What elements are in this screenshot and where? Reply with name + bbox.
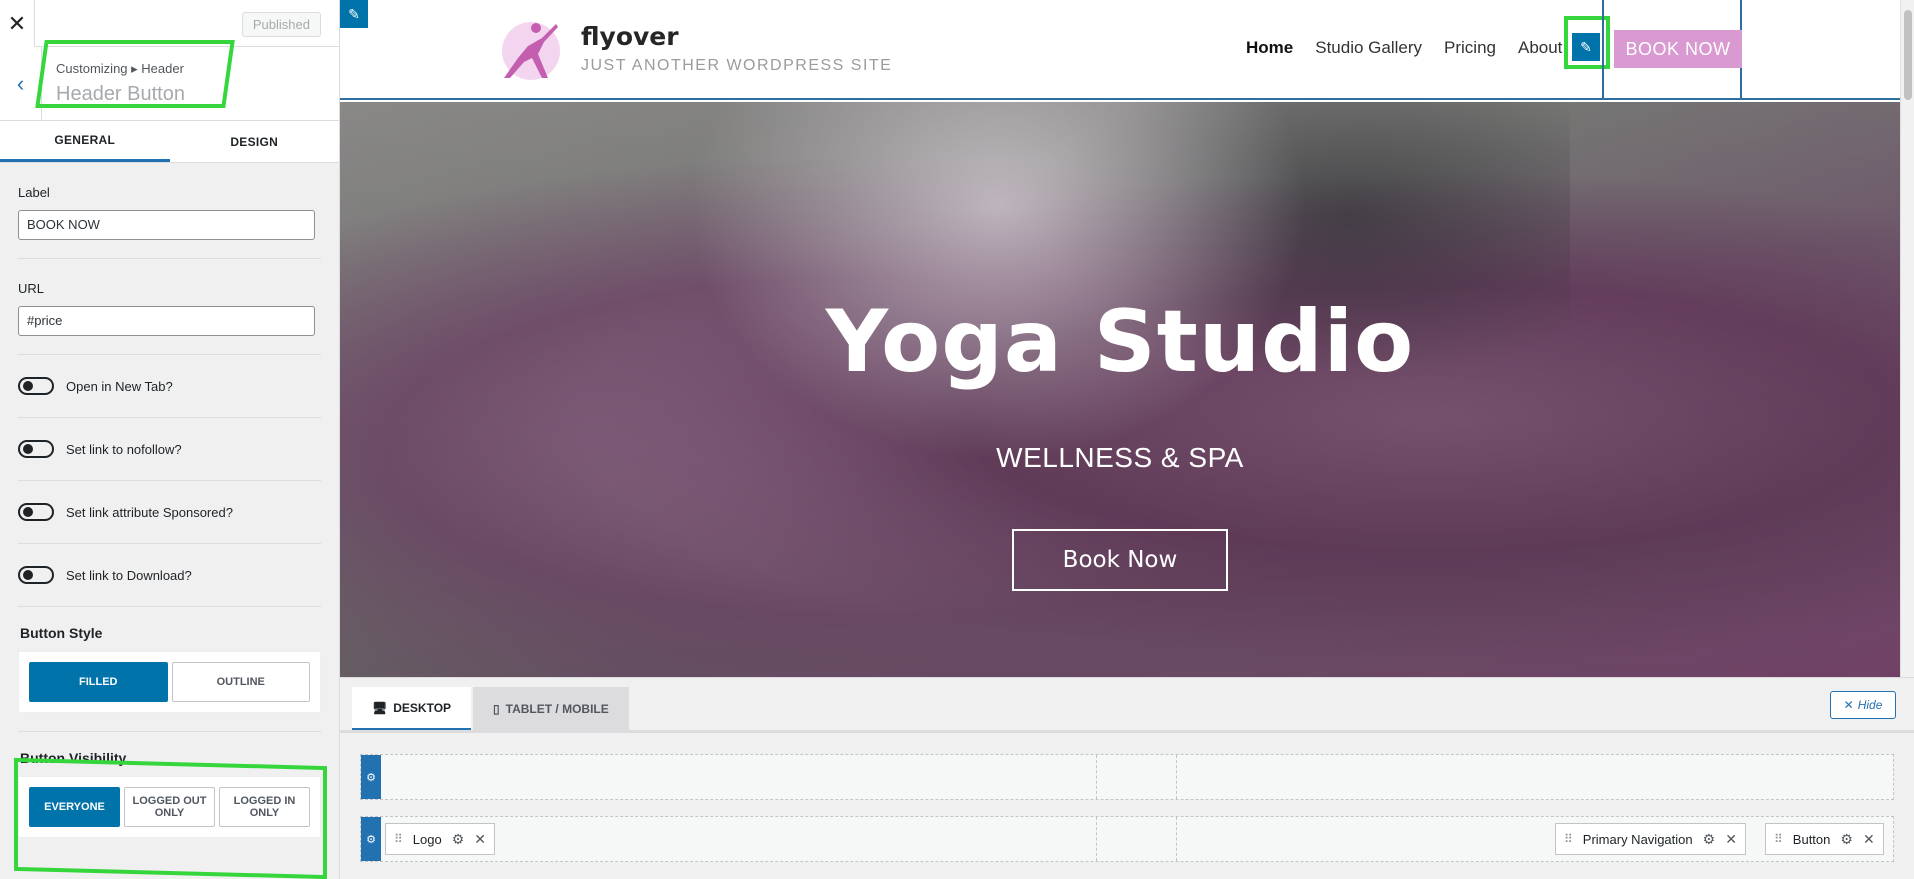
- toggle-nofollow: Set link to nofollow?: [18, 418, 321, 481]
- builder-row-main: ⚙ ⠿ Logo ⚙ ✕ ⠿ Primary Navigation ⚙ ✕ ⠿ …: [360, 816, 1894, 862]
- site-header: flyover JUST ANOTHER WORDPRESS SITE Home…: [340, 0, 1900, 100]
- column-divider: [1176, 755, 1177, 799]
- toggle-download: Set link to Download?: [18, 544, 321, 607]
- builder-item-button-label: Button: [1792, 831, 1831, 847]
- close-icon[interactable]: ✕: [474, 831, 486, 848]
- hide-builder-button[interactable]: ✕ Hide: [1830, 691, 1896, 719]
- nofollow-toggle[interactable]: [18, 440, 54, 458]
- panel-tabs: GENERAL DESIGN: [0, 121, 339, 163]
- gear-icon[interactable]: ⚙: [1840, 831, 1853, 848]
- sponsored-toggle[interactable]: [18, 503, 54, 521]
- site-title[interactable]: flyover: [581, 22, 679, 51]
- url-field-label: URL: [18, 281, 45, 296]
- button-style-group: FILLED OUTLINE: [18, 651, 321, 713]
- gear-icon[interactable]: ⚙: [1703, 831, 1716, 848]
- highlight-box-title: [35, 40, 235, 108]
- customizer-sidebar: ✕ Published ‹ Customizing ▸ Header Heade…: [0, 0, 340, 879]
- row-settings-gear-icon[interactable]: ⚙: [361, 755, 381, 799]
- row-settings-gear-icon[interactable]: ⚙: [361, 817, 381, 861]
- close-icon: ✕: [1843, 698, 1854, 712]
- download-toggle[interactable]: [18, 566, 54, 584]
- nav-studio-gallery[interactable]: Studio Gallery: [1315, 38, 1422, 58]
- tab-general[interactable]: GENERAL: [0, 121, 170, 162]
- gear-icon[interactable]: ⚙: [452, 831, 465, 848]
- scroll-thumb[interactable]: [1904, 10, 1912, 100]
- close-icon[interactable]: ✕: [1725, 831, 1737, 848]
- desktop-icon: 🖥: [372, 700, 388, 715]
- yoga-logo-icon: [504, 23, 558, 78]
- tab-desktop[interactable]: 🖥 DESKTOP: [352, 687, 472, 731]
- column-divider: [1176, 817, 1177, 861]
- toggle-sponsored: Set link attribute Sponsored?: [18, 481, 321, 544]
- tab-design[interactable]: DESIGN: [170, 121, 340, 162]
- builder-tabs: 🖥 DESKTOP ▯ TABLET / MOBILE: [352, 687, 629, 731]
- close-icon[interactable]: ✕: [1863, 831, 1875, 848]
- new-tab-toggle-label: Open in New Tab?: [66, 378, 173, 394]
- style-outline-button[interactable]: OUTLINE: [171, 662, 310, 702]
- header-builder: 🖥 DESKTOP ▯ TABLET / MOBILE ✕ Hide ⚙ ⚙ ⠿ Lo…: [340, 677, 1914, 879]
- chevron-left-icon: ‹: [16, 71, 25, 96]
- label-field: Label BOOK NOW: [18, 163, 321, 259]
- nav-pricing[interactable]: Pricing: [1444, 38, 1496, 58]
- primary-navigation: Home Studio Gallery Pricing About: [1246, 38, 1562, 58]
- builder-item-logo-label: Logo: [412, 831, 442, 847]
- divider: [18, 731, 321, 732]
- preview-scrollbar[interactable]: [1900, 0, 1914, 677]
- download-toggle-label: Set link to Download?: [66, 567, 192, 583]
- hero-section: Yoga Studio WELLNESS & SPA Book Now: [340, 102, 1900, 677]
- drag-handle-icon[interactable]: ⠿: [1774, 832, 1783, 846]
- nav-home[interactable]: Home: [1246, 38, 1293, 58]
- toggle-new-tab: Open in New Tab?: [18, 355, 321, 418]
- back-button[interactable]: ‹: [0, 47, 42, 121]
- header-book-now-button[interactable]: BOOK NOW: [1614, 30, 1742, 68]
- hide-builder-label: Hide: [1857, 698, 1883, 712]
- edit-logo-shortcut[interactable]: ✎: [340, 0, 368, 28]
- new-tab-toggle[interactable]: [18, 377, 54, 395]
- sponsored-toggle-label: Set link attribute Sponsored?: [66, 504, 233, 520]
- tab-tablet-mobile-label: TABLET / MOBILE: [505, 702, 609, 716]
- hero-subtitle: WELLNESS & SPA: [996, 442, 1244, 473]
- url-input[interactable]: #price: [18, 306, 315, 336]
- builder-row-top: ⚙: [360, 754, 1894, 800]
- builder-item-button[interactable]: ⠿ Button ⚙ ✕: [1765, 823, 1884, 855]
- site-tagline: JUST ANOTHER WORDPRESS SITE: [581, 57, 893, 74]
- label-input[interactable]: BOOK NOW: [18, 210, 315, 240]
- hero-title: Yoga Studio: [825, 292, 1415, 392]
- nav-about[interactable]: About: [1518, 38, 1562, 58]
- style-filled-button[interactable]: FILLED: [29, 662, 168, 702]
- column-divider: [1096, 817, 1097, 861]
- builder-divider: [340, 730, 1914, 733]
- builder-item-primary-navigation-label: Primary Navigation: [1582, 831, 1693, 847]
- site-preview: flyover JUST ANOTHER WORDPRESS SITE Home…: [340, 0, 1914, 677]
- drag-handle-icon[interactable]: ⠿: [1564, 832, 1573, 846]
- tab-tablet-mobile[interactable]: ▯ TABLET / MOBILE: [473, 687, 629, 731]
- general-fields: Label BOOK NOW URL #price Open in New Ta…: [0, 163, 339, 838]
- builder-item-logo[interactable]: ⠿ Logo ⚙ ✕: [385, 823, 496, 855]
- highlight-box-visibility: [14, 757, 327, 879]
- hero-book-now-button[interactable]: Book Now: [1012, 529, 1228, 591]
- button-style-title: Button Style: [20, 625, 103, 641]
- tab-desktop-label: DESKTOP: [393, 700, 452, 715]
- url-field: URL #price: [18, 259, 321, 355]
- published-button[interactable]: Published: [241, 12, 321, 37]
- customizer-app: ✕ Published ‹ Customizing ▸ Header Heade…: [0, 0, 1914, 879]
- button-area-left-border: [1602, 0, 1604, 100]
- mobile-icon: ▯: [493, 702, 500, 716]
- builder-item-primary-navigation[interactable]: ⠿ Primary Navigation ⚙ ✕: [1555, 823, 1746, 855]
- pencil-icon: ✎: [348, 5, 360, 22]
- label-field-label: Label: [18, 185, 50, 200]
- drag-handle-icon[interactable]: ⠿: [394, 832, 403, 846]
- column-divider: [1096, 755, 1097, 799]
- close-icon: ✕: [7, 10, 27, 36]
- nofollow-toggle-label: Set link to nofollow?: [66, 441, 182, 457]
- close-customizer-button[interactable]: ✕: [0, 0, 35, 47]
